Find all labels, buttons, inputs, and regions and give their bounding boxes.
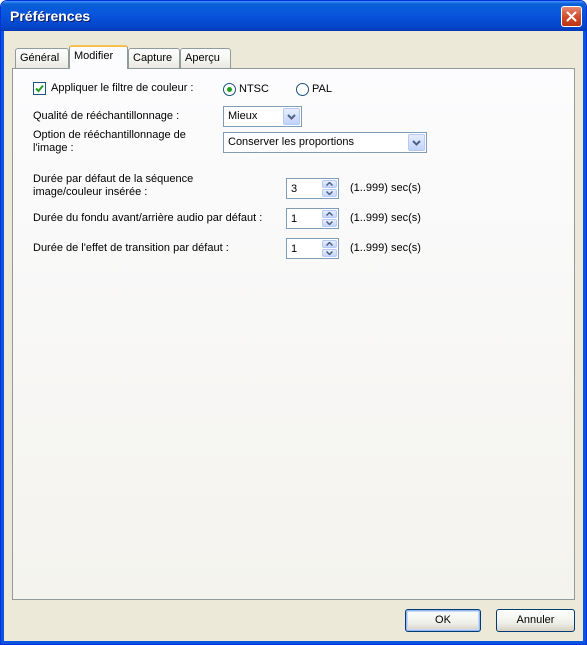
- window-frame-right: [583, 31, 586, 644]
- close-icon: [566, 11, 577, 22]
- chevron-down-icon: [412, 139, 421, 146]
- spin-down-button[interactable]: [322, 189, 337, 197]
- radio-selected-dot: [227, 87, 232, 92]
- dropdown-button[interactable]: [283, 108, 300, 125]
- preferences-dialog: Préférences Général Modifier Capture Ape…: [0, 0, 587, 645]
- spin-buttons: [322, 240, 337, 257]
- spin-up-icon: [326, 182, 333, 186]
- spin-down-icon: [326, 221, 333, 225]
- window-frame-left: [1, 31, 4, 644]
- spin-up-icon: [326, 242, 333, 246]
- image-duration-spinner[interactable]: 3: [286, 178, 339, 199]
- ntsc-label: NTSC: [239, 83, 269, 95]
- spin-down-icon: [326, 251, 333, 255]
- tab-label: Modifier: [74, 50, 114, 62]
- resample-option-label-line1: Option de rééchantillonnage de: [33, 129, 186, 141]
- spin-down-button[interactable]: [322, 219, 337, 227]
- dropdown-button[interactable]: [408, 134, 425, 151]
- ntsc-radio[interactable]: [223, 83, 236, 96]
- transition-duration-range: (1..999) sec(s): [350, 242, 421, 254]
- resample-quality-select[interactable]: Mieux: [223, 106, 302, 127]
- image-duration-label-line1: Durée par défaut de la séquence: [33, 173, 194, 185]
- resample-option-value: Conserver les proportions: [228, 136, 354, 148]
- tab-capture[interactable]: Capture: [128, 48, 180, 68]
- transition-duration-spinner[interactable]: 1: [286, 238, 339, 259]
- cancel-button[interactable]: Annuler: [496, 609, 575, 632]
- tab-apercu[interactable]: Aperçu: [180, 48, 231, 68]
- tab-label: Aperçu: [185, 52, 220, 64]
- spin-buttons: [322, 180, 337, 197]
- color-filter-label: Appliquer le filtre de couleur :: [51, 82, 194, 94]
- transition-duration-value: 1: [291, 243, 298, 255]
- window-frame-bottom: [1, 641, 586, 644]
- ok-button[interactable]: OK: [405, 609, 481, 632]
- spin-up-button[interactable]: [322, 210, 337, 218]
- spin-down-button[interactable]: [322, 249, 337, 257]
- color-filter-checkbox[interactable]: [33, 82, 46, 95]
- tab-modifier[interactable]: Modifier: [69, 45, 128, 69]
- spin-up-button[interactable]: [322, 240, 337, 248]
- modifier-panel: Appliquer le filtre de couleur : NTSC PA…: [12, 68, 575, 600]
- image-duration-range: (1..999) sec(s): [350, 182, 421, 194]
- audio-fade-duration-value: 1: [291, 213, 298, 225]
- window-title: Préférences: [10, 8, 91, 24]
- check-icon: [35, 84, 44, 93]
- tab-label: Général: [20, 52, 60, 64]
- tab-label: Capture: [133, 52, 173, 64]
- image-duration-value: 3: [291, 183, 298, 195]
- chevron-down-icon: [287, 113, 296, 120]
- audio-fade-duration-spinner[interactable]: 1: [286, 208, 339, 229]
- title-bar[interactable]: Préférences: [1, 1, 586, 31]
- pal-radio[interactable]: [296, 83, 309, 96]
- spin-down-icon: [326, 191, 333, 195]
- tab-general[interactable]: Général: [15, 48, 69, 68]
- audio-fade-duration-label: Durée du fondu avant/arrière audio par d…: [33, 212, 263, 224]
- resample-option-label-line2: l'image :: [33, 142, 74, 154]
- image-duration-label-line2: image/couleur insérée :: [33, 186, 148, 198]
- spin-up-button[interactable]: [322, 180, 337, 188]
- resample-option-select[interactable]: Conserver les proportions: [223, 132, 427, 153]
- transition-duration-label: Durée de l'effet de transition par défau…: [33, 242, 229, 254]
- resample-quality-value: Mieux: [228, 110, 258, 122]
- resample-quality-label: Qualité de rééchantillonnage :: [33, 110, 180, 122]
- spin-buttons: [322, 210, 337, 227]
- spin-up-icon: [326, 212, 333, 216]
- audio-fade-duration-range: (1..999) sec(s): [350, 212, 421, 224]
- close-button[interactable]: [561, 6, 582, 27]
- pal-label: PAL: [312, 83, 332, 95]
